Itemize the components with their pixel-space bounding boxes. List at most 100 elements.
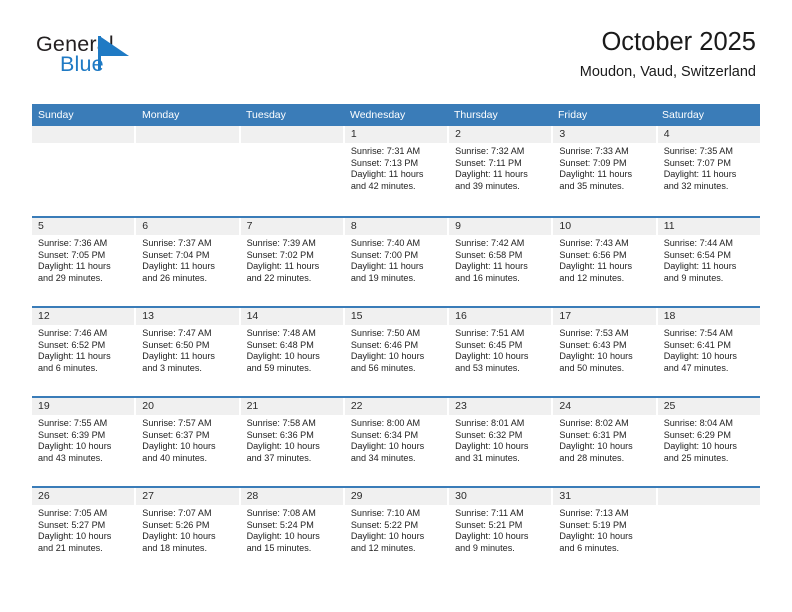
daylight-duration-line2: and 56 minutes. [350,363,416,374]
sunset-time: Sunset: 6:37 PM [142,429,210,440]
day-cell[interactable]: 21 Sunrise: 7:58 AM Sunset: 6:36 PM Dayligh… [240,398,345,486]
daylight-duration-line2: and 50 minutes. [559,363,625,374]
day-number: 16 [449,308,552,325]
week-row: 5 Sunrise: 7:36 AM Sunset: 7:05 PM Daylight… [32,216,760,306]
day-cell[interactable]: 15 Sunrise: 7:50 AM Sunset: 6:46 PM Dayligh… [344,308,450,396]
day-number: 14 [240,308,343,325]
sunrise-time: Sunrise: 7:11 AM [455,508,524,518]
day-number: 18 [657,308,760,325]
week-row: 26 Sunrise: 7:05 AM Sunset: 5:27 PM Dayligh… [32,486,760,576]
day-number: 10 [553,218,656,235]
sunset-time: Sunset: 6:31 PM [559,429,627,440]
daylight-duration-line2: and 25 minutes. [663,453,729,464]
sunrise-time: Sunrise: 7:57 AM [142,418,212,428]
day-number: 25 [657,398,760,415]
daylight-duration-line1: Daylight: 11 hours [246,261,320,272]
sunset-time: Sunset: 6:48 PM [246,339,314,350]
day-cell[interactable]: 14 Sunrise: 7:48 AM Sunset: 6:48 PM Dayligh… [240,308,345,396]
sunrise-time: Sunrise: 7:51 AM [455,328,525,338]
brand-name-blue: Blue [60,52,104,76]
sunset-time: Sunset: 5:22 PM [350,519,419,530]
day-cell[interactable]: 13 Sunrise: 7:47 AM Sunset: 6:50 PM Dayligh… [136,308,241,396]
day-cell[interactable]: 4 Sunrise: 7:35 AM Sunset: 7:07 PM Daylight… [657,126,760,216]
daylight-duration-line1: Daylight: 10 hours [142,441,216,452]
weekday-header-sunday: Sunday [38,109,74,121]
day-cell[interactable]: 6 Sunrise: 7:37 AM Sunset: 7:04 PM Daylight… [136,218,241,306]
day-cell[interactable]: 8 Sunrise: 7:40 AM Sunset: 7:00 PM Daylight… [344,218,450,306]
daylight-duration-line2: and 37 minutes. [246,453,312,464]
day-sun-info: Sunrise: 7:08 AM Sunset: 5:24 PM Daylight:… [241,505,343,555]
day-cell[interactable]: 9 Sunrise: 7:42 AM Sunset: 6:58 PM Daylight… [449,218,554,306]
daylight-duration-line2: and 19 minutes. [350,273,416,284]
day-sun-info: Sunrise: 7:11 AM Sunset: 5:21 PM Daylight:… [449,505,551,555]
day-cell[interactable]: 18 Sunrise: 7:54 AM Sunset: 6:41 PM Dayligh… [657,308,760,396]
daylight-duration-line2: and 47 minutes. [663,363,729,374]
daylight-duration-line2: and 59 minutes. [246,363,312,374]
daylight-duration-line2: and 21 minutes. [38,543,103,554]
day-sun-info: Sunrise: 7:47 AM Sunset: 6:50 PM Daylight:… [136,325,238,375]
daylight-duration-line1: Daylight: 11 hours [559,261,633,272]
sunrise-time: Sunrise: 7:47 AM [142,328,212,338]
day-cell-empty [657,488,760,576]
daylight-duration-line2: and 9 minutes. [663,273,724,284]
day-cell[interactable]: 2 Sunrise: 7:32 AM Sunset: 7:11 PM Daylight… [449,126,554,216]
daylight-duration-line2: and 28 minutes. [559,453,625,464]
day-number: 7 [240,218,343,235]
day-cell[interactable]: 7 Sunrise: 7:39 AM Sunset: 7:02 PM Daylight… [240,218,345,306]
day-cell[interactable]: 1 Sunrise: 7:31 AM Sunset: 7:13 PM Daylight… [344,126,450,216]
day-number: 24 [553,398,656,415]
sunrise-time: Sunrise: 7:55 AM [38,418,108,428]
sunrise-time: Sunrise: 7:10 AM [350,508,421,518]
brand-logo[interactable]: General Blue [36,33,216,90]
sunset-time: Sunset: 5:27 PM [38,519,106,530]
daylight-duration-line2: and 31 minutes. [455,453,520,464]
day-cell[interactable]: 25 Sunrise: 8:04 AM Sunset: 6:29 PM Dayligh… [657,398,760,486]
day-cell[interactable]: 30 Sunrise: 7:11 AM Sunset: 5:21 PM Dayligh… [449,488,554,576]
day-number [240,126,343,143]
day-cell[interactable]: 26 Sunrise: 7:05 AM Sunset: 5:27 PM Dayligh… [32,488,137,576]
weekday-header-wednesday: Wednesday [350,109,406,121]
day-cell[interactable]: 27 Sunrise: 7:07 AM Sunset: 5:26 PM Dayligh… [136,488,241,576]
sunset-time: Sunset: 6:43 PM [559,339,627,350]
day-cell[interactable]: 22 Sunrise: 8:00 AM Sunset: 6:34 PM Dayligh… [344,398,450,486]
day-cell[interactable]: 10 Sunrise: 7:43 AM Sunset: 6:56 PM Dayligh… [553,218,658,306]
day-sun-info: Sunrise: 7:50 AM Sunset: 6:46 PM Daylight:… [345,325,447,375]
sunrise-time: Sunrise: 8:04 AM [663,418,733,428]
daylight-duration-line2: and 43 minutes. [38,453,103,464]
sunrise-time: Sunrise: 7:08 AM [246,508,316,518]
sunset-time: Sunset: 5:21 PM [455,519,523,530]
day-cell[interactable]: 11 Sunrise: 7:44 AM Sunset: 6:54 PM Dayligh… [657,218,760,306]
page-title: October 2025 [601,28,756,56]
day-sun-info: Sunrise: 7:42 AM Sunset: 6:58 PM Daylight:… [449,235,551,285]
sunset-time: Sunset: 6:56 PM [559,249,627,260]
day-cell[interactable]: 12 Sunrise: 7:46 AM Sunset: 6:52 PM Dayligh… [32,308,137,396]
day-cell-empty [136,126,241,216]
sunrise-time: Sunrise: 7:53 AM [559,328,629,338]
day-cell[interactable]: 5 Sunrise: 7:36 AM Sunset: 7:05 PM Daylight… [32,218,137,306]
day-cell[interactable]: 28 Sunrise: 7:08 AM Sunset: 5:24 PM Dayligh… [240,488,345,576]
daylight-duration-line1: Daylight: 10 hours [559,351,633,362]
day-number: 31 [553,488,656,505]
day-cell[interactable]: 23 Sunrise: 8:01 AM Sunset: 6:32 PM Dayligh… [449,398,554,486]
sunrise-time: Sunrise: 7:32 AM [455,146,525,156]
day-cell[interactable]: 31 Sunrise: 7:13 AM Sunset: 5:19 PM Dayligh… [553,488,658,576]
day-sun-info: Sunrise: 7:46 AM Sunset: 6:52 PM Daylight:… [32,325,134,375]
sunrise-time: Sunrise: 7:48 AM [246,328,316,338]
daylight-duration-line1: Daylight: 10 hours [246,441,320,452]
day-cell[interactable]: 20 Sunrise: 7:57 AM Sunset: 6:37 PM Dayligh… [136,398,241,486]
sunset-time: Sunset: 7:00 PM [350,249,419,260]
day-cell[interactable]: 16 Sunrise: 7:51 AM Sunset: 6:45 PM Dayligh… [449,308,554,396]
sunset-time: Sunset: 6:36 PM [246,429,314,440]
page-header: General Blue October 2025 Moudon, Vaud, … [0,0,792,100]
day-sun-info: Sunrise: 7:07 AM Sunset: 5:26 PM Daylight:… [136,505,238,555]
day-cell[interactable]: 3 Sunrise: 7:33 AM Sunset: 7:09 PM Daylight… [553,126,658,216]
weekday-header-friday: Friday [558,109,588,121]
day-number: 19 [32,398,135,415]
day-cell[interactable]: 19 Sunrise: 7:55 AM Sunset: 6:39 PM Dayligh… [32,398,137,486]
day-cell[interactable]: 24 Sunrise: 8:02 AM Sunset: 6:31 PM Dayligh… [553,398,658,486]
sunrise-time: Sunrise: 7:58 AM [246,418,316,428]
day-cell[interactable]: 29 Sunrise: 7:10 AM Sunset: 5:22 PM Dayligh… [344,488,450,576]
day-sun-info: Sunrise: 7:43 AM Sunset: 6:56 PM Daylight:… [553,235,655,285]
daylight-duration-line2: and 22 minutes. [246,273,312,284]
day-cell[interactable]: 17 Sunrise: 7:53 AM Sunset: 6:43 PM Dayligh… [553,308,658,396]
